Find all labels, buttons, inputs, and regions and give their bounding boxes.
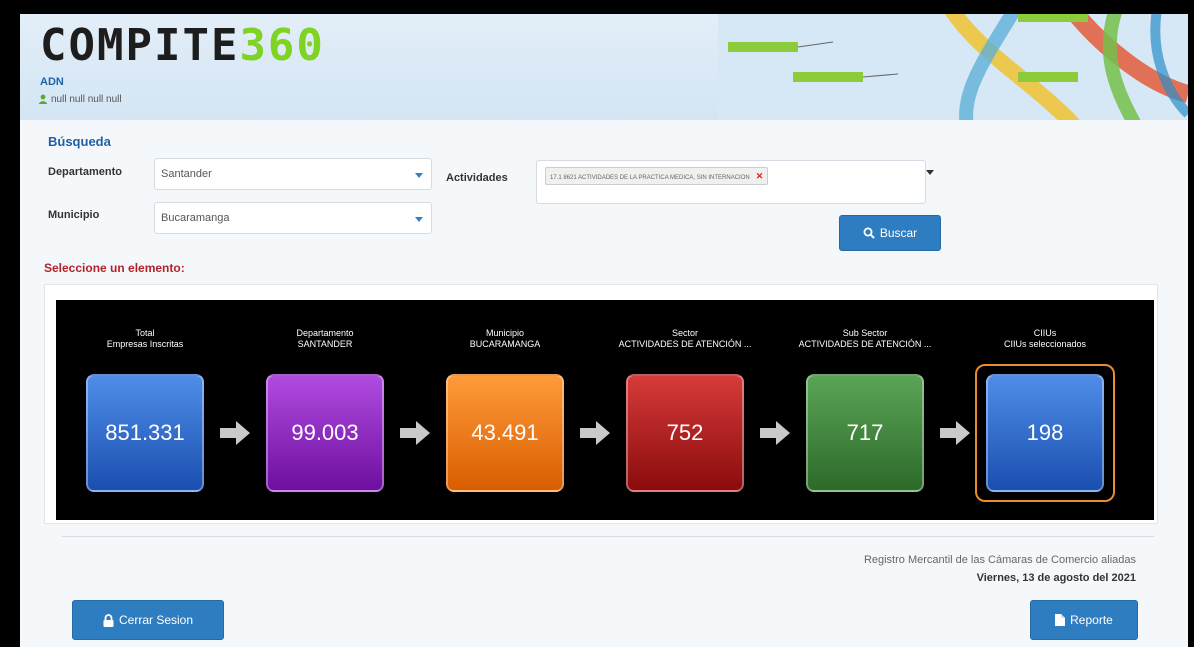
municipio-label: Municipio <box>48 209 100 221</box>
stage-header: Sub Sector ACTIVIDADES DE ATENCIÓN ... <box>780 328 950 350</box>
stage-box[interactable]: 717 <box>806 374 924 492</box>
stage-header: Sector ACTIVIDADES DE ATENCIÓN ... <box>600 328 770 350</box>
stage-header: Total Empresas Inscritas <box>60 328 230 350</box>
stage-title: Sub Sector <box>842 328 888 338</box>
stage-subtitle: ACTIVIDADES DE ATENCIÓN ... <box>618 339 752 349</box>
stage-title: Total <box>135 328 155 338</box>
stage-header: CIIUs CIIUs seleccionados <box>960 328 1130 350</box>
app-page: COMPITE360 ADN null null null null Búsqu… <box>20 14 1188 647</box>
header: COMPITE360 ADN null null null null <box>20 14 1188 120</box>
stage-subtitle: SANTANDER <box>297 339 353 349</box>
stage-title: Departamento <box>296 328 354 338</box>
stage-title: Sector <box>671 328 698 338</box>
arrow-right-icon <box>760 421 790 445</box>
reporte-label: Reporte <box>1070 613 1113 627</box>
arrow-right-icon <box>400 421 430 445</box>
departamento-value: Santander <box>161 168 212 180</box>
departamento-select[interactable]: Santander <box>154 158 432 190</box>
buscar-button[interactable]: Buscar <box>839 215 941 251</box>
actividades-select[interactable]: 17.1 8621 ACTIVIDADES DE LA PRACTICA MED… <box>536 160 926 204</box>
stage-subtitle: BUCARAMANGA <box>469 339 541 349</box>
logo-number: 360 <box>239 20 325 71</box>
search-icon <box>863 227 875 239</box>
actividad-tag[interactable]: 17.1 8621 ACTIVIDADES DE LA PRACTICA MED… <box>545 167 769 185</box>
stage-box[interactable]: 43.491 <box>446 374 564 492</box>
stage-box[interactable]: 752 <box>626 374 744 492</box>
select-prompt: Seleccione un elemento: <box>44 261 185 275</box>
chevron-down-icon <box>415 217 423 222</box>
stage-box[interactable]: 198 <box>986 374 1104 492</box>
reporte-button[interactable]: Reporte <box>1030 600 1138 640</box>
stage-subtitle: ACTIVIDADES DE ATENCIÓN ... <box>798 339 932 349</box>
arrow-right-icon <box>580 421 610 445</box>
screen-frame: COMPITE360 ADN null null null null Búsqu… <box>0 0 1194 647</box>
stage-box[interactable]: 99.003 <box>266 374 384 492</box>
municipio-select[interactable]: Bucaramanga <box>154 202 432 234</box>
stage-subtitle: Empresas Inscritas <box>106 339 184 349</box>
departamento-label: Departamento <box>48 166 122 178</box>
actividad-tag-label: 17.1 8621 ACTIVIDADES DE LA PRACTICA MED… <box>550 175 750 181</box>
divider <box>62 536 1154 537</box>
date-text: Viernes, 13 de agosto del 2021 <box>976 572 1136 584</box>
dna-banner <box>718 14 1188 120</box>
funnel-panel: Total Empresas Inscritas 851.331 Departamen… <box>56 300 1154 520</box>
stage-header: Municipio BUCARAMANGA <box>420 328 590 350</box>
buscar-label: Buscar <box>879 226 918 240</box>
registro-text: Registro Mercantil de las Cámaras de Com… <box>863 554 1136 566</box>
file-icon <box>1055 614 1066 626</box>
app-logo: COMPITE360 <box>40 24 325 68</box>
section-title: ADN <box>40 76 64 88</box>
stage-title: Municipio <box>485 328 525 338</box>
stage-box[interactable]: 851.331 <box>86 374 204 492</box>
chevron-down-icon <box>415 173 423 178</box>
stage-header: Departamento SANTANDER <box>240 328 410 350</box>
user-icon <box>38 94 48 105</box>
lock-icon <box>103 613 114 627</box>
cerrar-sesion-label: Cerrar Sesion <box>118 613 194 627</box>
stage-subtitle: CIIUs seleccionados <box>1003 339 1087 349</box>
logo-text: COMPITE <box>40 20 240 71</box>
user-info: null null null null <box>38 94 122 105</box>
stage-title: CIIUs <box>1033 328 1057 338</box>
chevron-down-icon[interactable] <box>926 170 934 175</box>
arrow-right-icon <box>940 421 970 445</box>
cerrar-sesion-button[interactable]: Cerrar Sesion <box>72 600 224 640</box>
municipio-value: Bucaramanga <box>161 212 230 224</box>
user-name: null null null null <box>51 94 122 105</box>
remove-tag-icon[interactable]: ✕ <box>756 171 764 181</box>
arrow-right-icon <box>220 421 250 445</box>
actividades-label: Actividades <box>446 172 508 184</box>
search-title: Búsqueda <box>48 134 111 149</box>
